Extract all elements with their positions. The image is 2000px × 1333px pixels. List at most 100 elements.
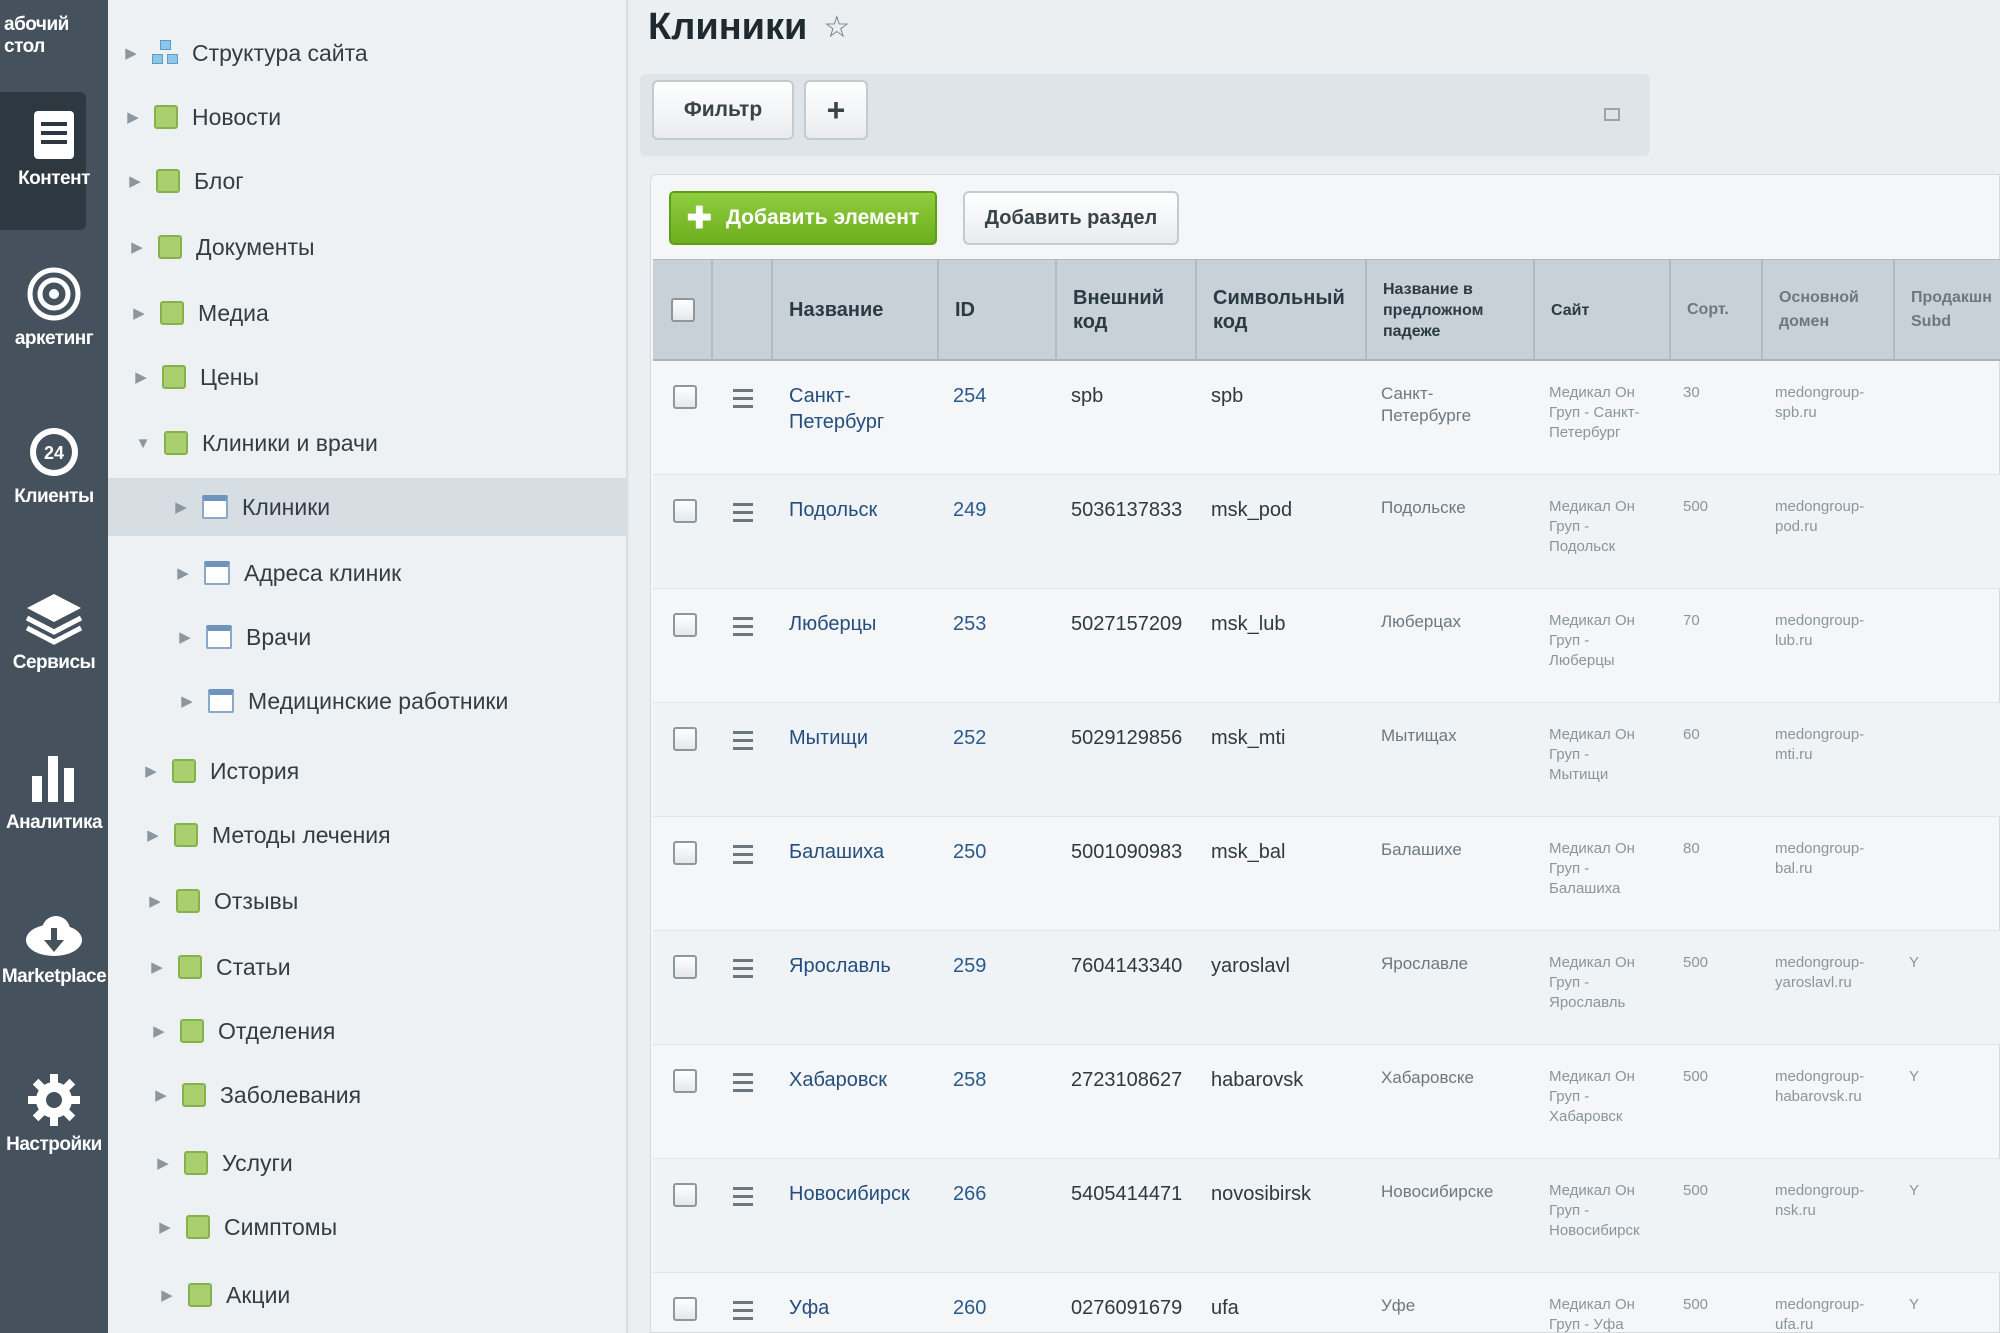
cell-id[interactable]: 259 bbox=[953, 953, 1049, 979]
row-checkbox[interactable] bbox=[673, 955, 697, 979]
drag-handle-icon[interactable] bbox=[733, 731, 753, 755]
tree-item-services[interactable]: ▶ Услуги bbox=[108, 1134, 628, 1192]
tree-item-clinic-addresses[interactable]: ▶ Адреса клиник bbox=[108, 544, 628, 602]
th-name[interactable]: Название bbox=[773, 260, 939, 360]
row-checkbox[interactable] bbox=[673, 727, 697, 751]
tree-item-reviews[interactable]: ▶ Отзывы bbox=[108, 872, 628, 930]
expand-arrow-icon[interactable]: ▶ bbox=[158, 1286, 176, 1304]
cell-id[interactable]: 260 bbox=[953, 1295, 1049, 1321]
table-row[interactable]: Новосибирск 266 5405414471 novosibirsk Новос… bbox=[653, 1159, 2000, 1273]
menu-item-settings[interactable]: Настройки bbox=[0, 1072, 108, 1156]
cell-id[interactable]: 266 bbox=[953, 1181, 1049, 1207]
table-row[interactable]: Мытищи 252 5029129856 msk_mti Мытищах Медикал… bbox=[653, 703, 2000, 817]
drag-handle-icon[interactable] bbox=[733, 1301, 753, 1325]
table-row[interactable]: Люберцы 253 5027157209 msk_lub Люберцах Медик… bbox=[653, 589, 2000, 703]
drag-handle-icon[interactable] bbox=[733, 389, 753, 413]
row-checkbox[interactable] bbox=[673, 1069, 697, 1093]
tree-item-promotions[interactable]: ▶ Акции bbox=[108, 1266, 628, 1324]
menu-item-marketplace[interactable]: Marketplace bbox=[0, 912, 108, 988]
th-prepositional-name[interactable]: Название в предложном падеже bbox=[1367, 260, 1535, 360]
expand-arrow-icon[interactable]: ▶ bbox=[130, 304, 148, 322]
tree-item-clinics-doctors[interactable]: ▼ Клиники и врачи bbox=[108, 414, 628, 472]
row-checkbox[interactable] bbox=[673, 385, 697, 409]
tree-item-medical-workers[interactable]: ▶ Медицинские работники bbox=[108, 672, 628, 730]
table-row[interactable]: Санкт- Петербург 254 spb spb Санкт- Петербурге… bbox=[653, 361, 2000, 475]
row-checkbox[interactable] bbox=[673, 1297, 697, 1321]
expand-arrow-icon[interactable]: ▶ bbox=[150, 1022, 168, 1040]
th-external-code[interactable]: Внешний код bbox=[1057, 260, 1197, 360]
window-toggle-icon[interactable] bbox=[1604, 108, 1620, 121]
expand-arrow-icon[interactable]: ▶ bbox=[148, 958, 166, 976]
menu-item-desktop[interactable]: абочий стол bbox=[0, 14, 108, 58]
add-element-button[interactable]: ✚ Добавить элемент bbox=[669, 191, 937, 245]
tree-item-blog[interactable]: ▶ Блог bbox=[108, 152, 628, 210]
tree-item-media[interactable]: ▶ Медиа bbox=[108, 284, 628, 342]
th-id[interactable]: ID bbox=[939, 260, 1057, 360]
expand-arrow-icon[interactable]: ▶ bbox=[126, 172, 144, 190]
add-section-button[interactable]: Добавить раздел bbox=[963, 191, 1179, 245]
expand-arrow-icon[interactable]: ▶ bbox=[174, 564, 192, 582]
table-row[interactable]: Подольск 249 5036137833 msk_pod Подольске Мед… bbox=[653, 475, 2000, 589]
filter-button[interactable]: Фильтр bbox=[652, 80, 794, 140]
cell-name[interactable]: Люберцы bbox=[789, 611, 939, 637]
drag-handle-icon[interactable] bbox=[733, 1073, 753, 1097]
expand-arrow-icon[interactable]: ▶ bbox=[156, 1218, 174, 1236]
tree-item-departments[interactable]: ▶ Отделения bbox=[108, 1002, 628, 1060]
tree-item-articles[interactable]: ▶ Статьи bbox=[108, 938, 628, 996]
cell-id[interactable]: 249 bbox=[953, 497, 1049, 523]
row-checkbox[interactable] bbox=[673, 841, 697, 865]
table-row[interactable]: Хабаровск 258 2723108627 habarovsk Хабаровск… bbox=[653, 1045, 2000, 1159]
tree-item-prices[interactable]: ▶ Цены bbox=[108, 348, 628, 406]
tree-item-history[interactable]: ▶ История bbox=[108, 742, 628, 800]
row-checkbox[interactable] bbox=[673, 613, 697, 637]
th-main-domain[interactable]: Основной домен bbox=[1763, 260, 1895, 360]
menu-item-clients[interactable]: 24 Клиенты bbox=[0, 424, 108, 508]
menu-item-services[interactable]: Сервисы bbox=[0, 590, 108, 674]
cell-name[interactable]: Санкт- Петербург bbox=[789, 383, 939, 435]
th-sort[interactable]: Сорт. bbox=[1671, 260, 1763, 360]
th-site[interactable]: Сайт bbox=[1535, 260, 1671, 360]
cell-name[interactable]: Подольск bbox=[789, 497, 939, 523]
cell-name[interactable]: Хабаровск bbox=[789, 1067, 939, 1093]
select-all-checkbox[interactable] bbox=[671, 298, 695, 322]
tree-item-documents[interactable]: ▶ Документы bbox=[108, 218, 628, 276]
table-row[interactable]: Ярославль 259 7604143340 yaroslavl Ярославле… bbox=[653, 931, 2000, 1045]
star-icon[interactable]: ☆ bbox=[823, 10, 850, 45]
row-checkbox[interactable] bbox=[673, 499, 697, 523]
th-production[interactable]: Продакшн Subd bbox=[1895, 260, 2000, 360]
collapse-arrow-icon[interactable]: ▼ bbox=[134, 435, 152, 452]
expand-arrow-icon[interactable]: ▶ bbox=[128, 238, 146, 256]
cell-name[interactable]: Балашиха bbox=[789, 839, 939, 865]
expand-arrow-icon[interactable]: ▶ bbox=[146, 892, 164, 910]
drag-handle-icon[interactable] bbox=[733, 503, 753, 527]
menu-item-marketing[interactable]: аркетинг bbox=[0, 266, 108, 350]
menu-item-analytics[interactable]: Аналитика bbox=[0, 750, 108, 834]
tree-item-treatment-methods[interactable]: ▶ Методы лечения bbox=[108, 806, 628, 864]
menu-item-content[interactable]: Контент bbox=[0, 108, 108, 190]
cell-id[interactable]: 252 bbox=[953, 725, 1049, 751]
table-row[interactable]: Балашиха 250 5001090983 msk_bal Балашихе Меди… bbox=[653, 817, 2000, 931]
expand-arrow-icon[interactable]: ▶ bbox=[176, 628, 194, 646]
expand-arrow-icon[interactable]: ▶ bbox=[154, 1154, 172, 1172]
expand-arrow-icon[interactable]: ▶ bbox=[144, 826, 162, 844]
expand-arrow-icon[interactable]: ▶ bbox=[124, 108, 142, 126]
drag-handle-icon[interactable] bbox=[733, 617, 753, 641]
cell-name[interactable]: Новосибирск bbox=[789, 1181, 939, 1207]
tree-item-symptoms[interactable]: ▶ Симптомы bbox=[108, 1198, 628, 1256]
table-row[interactable]: Уфа 260 0276091679 ufa Уфе Медикал Он Груп - У… bbox=[653, 1273, 2000, 1333]
expand-arrow-icon[interactable]: ▶ bbox=[152, 1086, 170, 1104]
drag-handle-icon[interactable] bbox=[733, 845, 753, 869]
expand-arrow-icon[interactable]: ▶ bbox=[178, 692, 196, 710]
cell-id[interactable]: 253 bbox=[953, 611, 1049, 637]
tree-item-diseases[interactable]: ▶ Заболевания bbox=[108, 1066, 628, 1124]
cell-name[interactable]: Ярославль bbox=[789, 953, 939, 979]
expand-arrow-icon[interactable]: ▶ bbox=[122, 44, 140, 62]
drag-handle-icon[interactable] bbox=[733, 1187, 753, 1211]
cell-id[interactable]: 250 bbox=[953, 839, 1049, 865]
expand-arrow-icon[interactable]: ▶ bbox=[172, 498, 190, 516]
tree-item-site-structure[interactable]: ▶ Структура сайта bbox=[108, 24, 628, 82]
tree-item-news[interactable]: ▶ Новости bbox=[108, 88, 628, 146]
cell-id[interactable]: 254 bbox=[953, 383, 1049, 409]
cell-name[interactable]: Мытищи bbox=[789, 725, 939, 751]
row-checkbox[interactable] bbox=[673, 1183, 697, 1207]
